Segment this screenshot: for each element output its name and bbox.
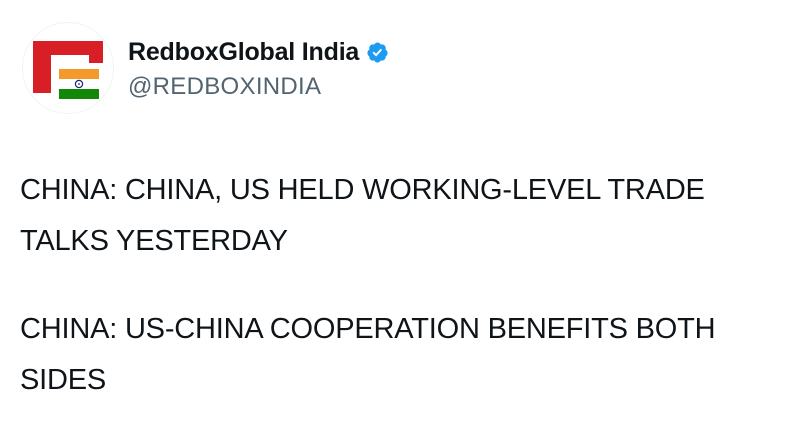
tweet-paragraph: CHINA: CHINA, US HELD WORKING-LEVEL TRAD… (20, 174, 705, 257)
tweet-paragraph: CHINA: US-CHINA COOPERATION BENEFITS BOT… (20, 313, 716, 396)
redbox-india-logo-icon (33, 41, 103, 99)
verified-badge-icon (367, 41, 388, 63)
account-handle[interactable]: @REDBOXINDIA (128, 73, 389, 101)
account-identity: RedboxGlobal India @REDBOXINDIA (128, 35, 389, 101)
tweet-card: RedboxGlobal India @REDBOXINDIA CHINA: C… (0, 0, 800, 424)
display-name[interactable]: RedboxGlobal India (128, 38, 359, 67)
tweet-text: CHINA: CHINA, US HELD WORKING-LEVEL TRAD… (20, 165, 780, 406)
tweet-header: RedboxGlobal India @REDBOXINDIA (22, 20, 389, 116)
name-row: RedboxGlobal India (128, 35, 389, 69)
avatar[interactable] (22, 22, 114, 114)
